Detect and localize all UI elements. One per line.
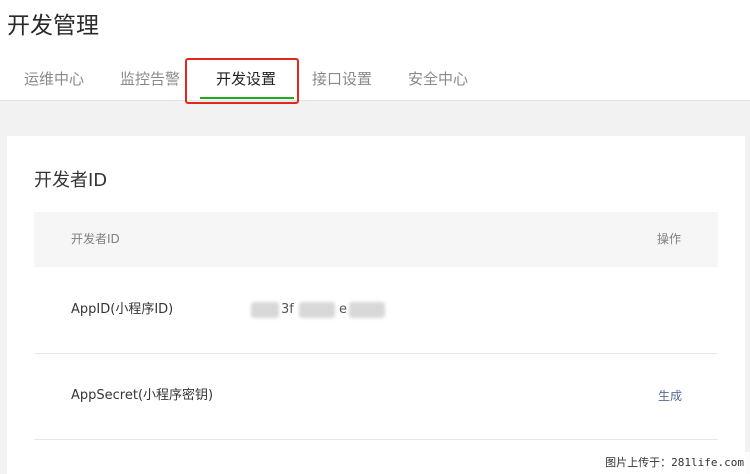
redacted-blur [349, 302, 385, 318]
tab-monitor-alerts[interactable]: 监控告警 [120, 64, 180, 94]
developer-id-card: 开发者ID 开发者ID 操作 AppID(小程序ID) 3f e AppSecr… [7, 136, 745, 474]
upload-watermark: 图片上传于：281life.com [599, 452, 750, 474]
column-header-developer-id: 开发者ID [71, 232, 120, 246]
table-row-appid: AppID(小程序ID) 3f e [34, 267, 718, 354]
generate-secret-link[interactable]: 生成 [658, 353, 682, 439]
redacted-blur [251, 302, 279, 318]
redacted-blur [299, 302, 335, 318]
tab-api-settings[interactable]: 接口设置 [312, 64, 372, 94]
appid-label: AppID(小程序ID) [71, 302, 174, 317]
table-row-appsecret: AppSecret(小程序密钥) 生成 [34, 353, 718, 440]
appsecret-label: AppSecret(小程序密钥) [71, 388, 214, 403]
appid-value-fragment: e [339, 302, 347, 317]
tab-security-center[interactable]: 安全中心 [408, 64, 468, 94]
appid-value-fragment: 3f [281, 302, 294, 317]
table-header: 开发者ID 操作 [34, 212, 718, 267]
tab-ops-center[interactable]: 运维中心 [24, 64, 84, 94]
tab-bar: 运维中心 监控告警 开发设置 接口设置 安全中心 [0, 64, 750, 100]
annotation-highlight-box [185, 58, 299, 104]
page-title: 开发管理 [7, 13, 99, 39]
top-header: 开发管理 运维中心 监控告警 开发设置 接口设置 安全中心 [0, 0, 750, 101]
card-title: 开发者ID [34, 170, 108, 191]
column-header-action: 操作 [656, 232, 681, 246]
